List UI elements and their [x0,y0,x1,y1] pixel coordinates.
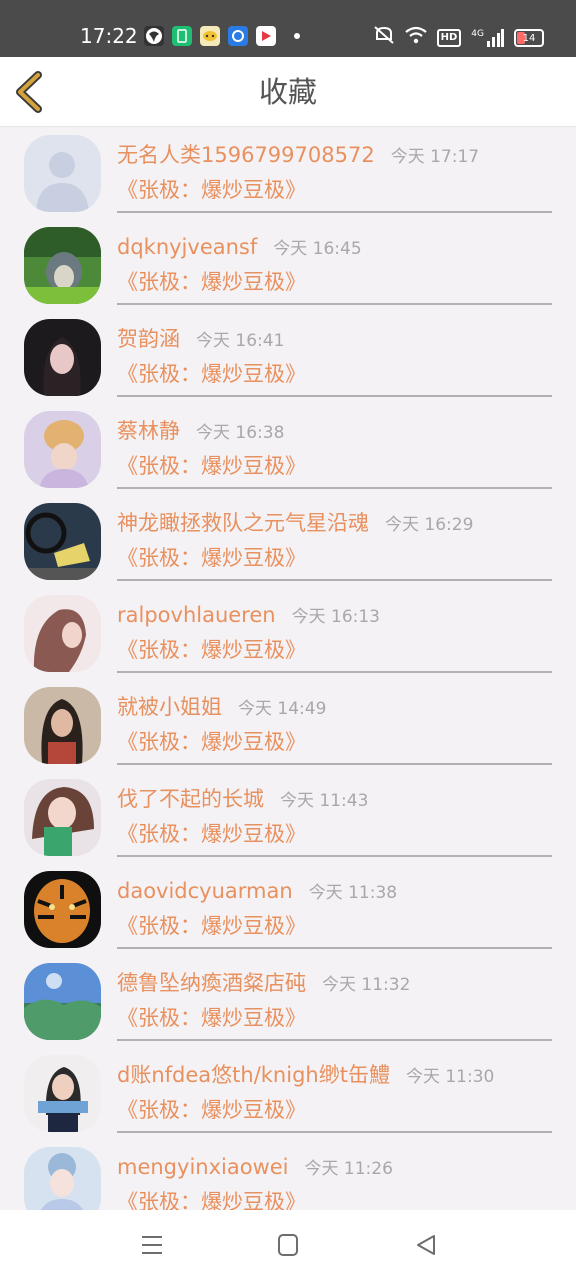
app-icon-2 [172,26,192,46]
hd-badge: HD [436,29,462,47]
item-content: 神龙瞰拯救队之元气星沿魂 今天 16:29 《张极：爆炒豆极》 [117,495,552,581]
app-icon-5 [256,26,276,46]
avatar [24,687,101,764]
battery-level: 14 [522,32,536,44]
back-nav-button[interactable] [412,1232,440,1258]
system-indicators: HD 4G 14 [373,25,544,51]
book-title[interactable]: 《张极：爆炒豆极》 [117,912,306,940]
user-name[interactable]: mengyinxiaowei [117,1153,289,1181]
book-title[interactable]: 《张极：爆炒豆极》 [117,544,306,572]
user-name[interactable]: d账nfdea悠th/knigh缈t缶鱧 [117,1061,390,1089]
book-title[interactable]: 《张极：爆炒豆极》 [117,1096,306,1124]
item-content: 蔡林静 今天 16:38 《张极：爆炒豆极》 [117,403,552,489]
list-item[interactable]: daovidcyuarman 今天 11:38 《张极：爆炒豆极》 [0,863,576,955]
item-content: 就被小姐姐 今天 14:49 《张极：爆炒豆极》 [117,679,552,765]
system-nav-bar [0,1210,576,1280]
item-content: dqknyjveansf 今天 16:45 《张极：爆炒豆极》 [117,219,552,305]
list-item[interactable]: 蔡林静 今天 16:38 《张极：爆炒豆极》 [0,403,576,495]
timestamp: 今天 11:38 [308,883,398,903]
book-title[interactable]: 《张极：爆炒豆极》 [117,360,306,388]
home-square-icon [278,1234,298,1256]
signal-label: 4G [471,29,484,39]
timestamp: 今天 11:32 [322,975,411,995]
book-title[interactable]: 《张极：爆炒豆极》 [117,176,306,204]
app-header: 收藏 [0,57,576,127]
item-content: 贺韵涵 今天 16:41 《张极：爆炒豆极》 [117,311,552,397]
timestamp: 今天 16:13 [291,607,380,627]
list-item[interactable]: 德鲁坠纳瘓酒粲店砘 今天 11:32 《张极：爆炒豆极》 [0,955,576,1047]
wifi-icon [404,26,427,50]
list-item[interactable]: 无名人类1596799708572 今天 17:17 《张极：爆炒豆极》 [0,127,576,219]
avatar [24,871,101,948]
user-name[interactable]: 德鲁坠纳瘓酒粲店砘 [117,969,306,997]
list-item[interactable]: mengyinxiaowei 今天 11:26 《张极：爆炒豆极》 [0,1139,576,1210]
timestamp: 今天 14:49 [238,699,327,719]
avatar [24,779,101,856]
item-content: d账nfdea悠th/knigh缈t缶鱧 今天 11:30 《张极：爆炒豆极》 [117,1047,552,1133]
page-title: 收藏 [258,75,317,109]
app-icon-4 [228,26,248,46]
timestamp: 今天 17:17 [390,147,480,167]
avatar [24,1055,101,1132]
app-icon-3 [200,26,220,46]
avatar [24,227,101,304]
timestamp: 今天 16:41 [196,331,285,351]
user-name[interactable]: dqknyjveansf [117,233,257,261]
list-item[interactable]: d账nfdea悠th/knigh缈t缶鱧 今天 11:30 《张极：爆炒豆极》 [0,1047,576,1139]
user-name[interactable]: 贺韵涵 [117,325,180,353]
home-button[interactable] [274,1232,302,1258]
menu-icon [142,1236,162,1254]
list-item[interactable]: ralpovhlaueren 今天 16:13 《张极：爆炒豆极》 [0,587,576,679]
user-name[interactable]: ralpovhlaueren [117,601,276,629]
status-time: 17:22 [80,24,138,48]
menu-button[interactable] [138,1232,166,1258]
book-title[interactable]: 《张极：爆炒豆极》 [117,268,306,296]
more-notifications-dot [294,33,300,39]
book-title[interactable]: 《张极：爆炒豆极》 [117,1188,306,1210]
book-title[interactable]: 《张极：爆炒豆极》 [117,1004,306,1032]
user-name[interactable]: daovidcyuarman [117,877,293,905]
user-name[interactable]: 神龙瞰拯救队之元气星沿魂 [117,509,369,537]
avatar [24,319,101,396]
battery-icon: 14 [514,29,544,47]
book-title[interactable]: 《张极：爆炒豆极》 [117,820,306,848]
book-title[interactable]: 《张极：爆炒豆极》 [117,728,306,756]
timestamp: 今天 16:38 [196,423,285,443]
avatar [24,595,101,672]
item-content: mengyinxiaowei 今天 11:26 《张极：爆炒豆极》 [117,1139,552,1210]
user-name[interactable]: 蔡林静 [117,417,180,445]
timestamp: 今天 11:43 [280,791,369,811]
user-name[interactable]: 无名人类1596799708572 [117,141,375,169]
favorites-list: 无名人类1596799708572 今天 17:17 《张极：爆炒豆极》 dqkn… [0,127,576,1210]
item-content: ralpovhlaueren 今天 16:13 《张极：爆炒豆极》 [117,587,552,673]
list-item[interactable]: 神龙瞰拯救队之元气星沿魂 今天 16:29 《张极：爆炒豆极》 [0,495,576,587]
list-item[interactable]: 就被小姐姐 今天 14:49 《张极：爆炒豆极》 [0,679,576,771]
list-item[interactable]: 贺韵涵 今天 16:41 《张极：爆炒豆极》 [0,311,576,403]
book-title[interactable]: 《张极：爆炒豆极》 [117,452,306,480]
list-item[interactable]: dqknyjveansf 今天 16:45 《张极：爆炒豆极》 [0,219,576,311]
user-name[interactable]: 伐了不起的长城 [117,785,264,813]
timestamp: 今天 16:45 [273,239,362,259]
timestamp: 今天 11:30 [405,1067,495,1087]
item-content: 伐了不起的长城 今天 11:43 《张极：爆炒豆极》 [117,771,552,857]
list-item[interactable]: 伐了不起的长城 今天 11:43 《张极：爆炒豆极》 [0,771,576,863]
status-bar: 17:22 HD 4G 14 [0,0,576,57]
item-content: 德鲁坠纳瘓酒粲店砘 今天 11:32 《张极：爆炒豆极》 [117,955,552,1041]
user-name[interactable]: 就被小姐姐 [117,693,222,721]
avatar [24,1147,101,1210]
mute-icon [373,25,395,51]
item-content: daovidcyuarman 今天 11:38 《张极：爆炒豆极》 [117,863,552,949]
avatar [24,503,101,580]
signal-icon: 4G [471,29,504,47]
back-triangle-icon [417,1235,435,1255]
avatar [24,135,101,212]
timestamp: 今天 16:29 [385,515,474,535]
avatar [24,963,101,1040]
app-icon-1 [144,26,164,46]
notification-icons [144,26,300,46]
timestamp: 今天 11:26 [304,1159,393,1179]
item-content: 无名人类1596799708572 今天 17:17 《张极：爆炒豆极》 [117,127,552,213]
book-title[interactable]: 《张极：爆炒豆极》 [117,636,306,664]
avatar [24,411,101,488]
